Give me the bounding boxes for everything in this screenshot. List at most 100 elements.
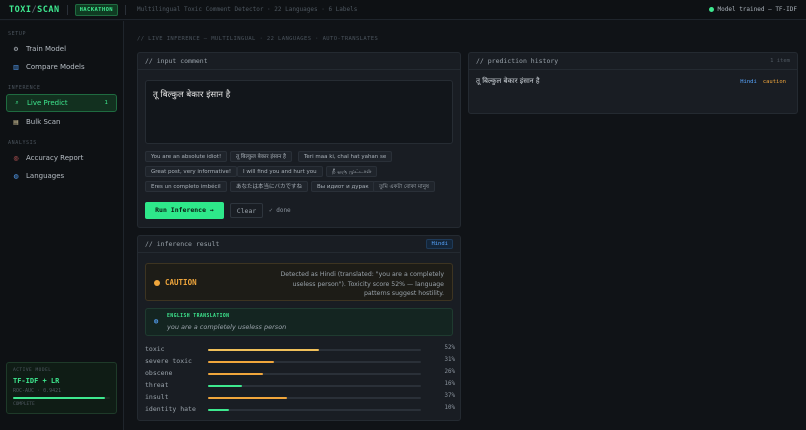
top-bar: TOXI/SCAN HACKATHON Multilingual Toxic C… bbox=[0, 0, 806, 20]
shortcut-badge: 1 bbox=[104, 100, 109, 106]
verdict-description: Detected as Hindi (translated: "you are … bbox=[280, 271, 444, 297]
active-model-name: TF-IDF + LR bbox=[13, 377, 60, 385]
status-dot-icon bbox=[708, 7, 714, 12]
inference-result-panel: // inference result Hindi CAUTION Detect… bbox=[137, 235, 461, 421]
metric-name: threat bbox=[145, 381, 169, 389]
metric-row: toxic 52% bbox=[145, 345, 455, 355]
metric-row: obscene 26% bbox=[145, 369, 455, 379]
sidebar-item-label: Languages bbox=[26, 172, 65, 180]
sample-chip[interactable]: நீ ஒரு முட்டாள் bbox=[326, 166, 378, 177]
app-subtitle: Multilingual Toxic Comment Detector · 22… bbox=[137, 6, 358, 13]
panel-title: // input comment bbox=[145, 57, 208, 65]
metric-fill bbox=[208, 397, 287, 399]
metric-name: obscene bbox=[145, 369, 173, 377]
target-icon: ◎ bbox=[13, 154, 19, 162]
metric-name: identity hate bbox=[145, 405, 196, 413]
history-item-language: Hindi bbox=[740, 78, 757, 85]
metric-name: severe toxic bbox=[145, 357, 192, 365]
metric-row: severe toxic 31% bbox=[145, 357, 455, 367]
sidebar-item-accuracy-report[interactable]: ◎ Accuracy Report bbox=[6, 149, 117, 167]
sidebar-item-bulk-scan[interactable]: ▤ Bulk Scan bbox=[6, 113, 117, 131]
sample-chip[interactable]: Вы идиот и дурак bbox=[311, 181, 375, 192]
metric-value: 16% bbox=[444, 381, 455, 387]
metric-name: toxic bbox=[145, 345, 165, 353]
translation-label: ENGLISH TRANSLATION bbox=[167, 314, 230, 319]
sample-chip[interactable]: তুমি একটা বোকা মানুষ bbox=[373, 181, 435, 192]
sample-chip[interactable]: Eres un completo imbécil bbox=[145, 181, 227, 192]
sidebar: SETUP ⚙ Train Model ▥ Compare Models INF… bbox=[0, 21, 124, 430]
sidebar-section-setup: SETUP bbox=[8, 31, 27, 37]
metric-track bbox=[208, 397, 421, 399]
sidebar-item-live-predict[interactable]: ⌕ Live Predict 1 bbox=[6, 94, 117, 112]
metric-value: 31% bbox=[444, 357, 455, 363]
metric-track bbox=[208, 409, 421, 411]
sample-chip[interactable]: Great post, very informative! bbox=[145, 166, 238, 177]
sidebar-item-languages[interactable]: ◍ Languages bbox=[6, 167, 117, 185]
verdict-label: CAUTION bbox=[165, 278, 197, 287]
panel-header: // inference result Hindi bbox=[138, 236, 460, 253]
app-logo[interactable]: TOXI/SCAN bbox=[9, 5, 60, 15]
metric-track bbox=[208, 361, 421, 363]
sample-chip[interactable]: Teri maa ki, chal hat yahan se bbox=[298, 151, 393, 162]
metric-fill bbox=[208, 385, 243, 387]
metric-fill bbox=[208, 361, 275, 363]
sample-chip[interactable]: तू बिल्कुल बेकार इंसान है bbox=[230, 151, 292, 162]
metric-track bbox=[208, 349, 421, 351]
metric-value: 52% bbox=[444, 345, 455, 351]
model-progress-fill bbox=[13, 397, 106, 399]
sidebar-item-train-model[interactable]: ⚙ Train Model bbox=[6, 40, 117, 58]
panel-title: // inference result bbox=[145, 240, 220, 248]
history-item-level: caution bbox=[762, 78, 786, 85]
sample-chip[interactable]: あなたは本当にバカですね bbox=[230, 181, 309, 192]
sample-chip[interactable]: You are an absolute idiot! bbox=[145, 151, 228, 162]
metric-fill bbox=[208, 373, 264, 375]
model-status-text: Model trained — TF-IDF bbox=[717, 6, 797, 13]
search-icon: ⌕ bbox=[15, 99, 19, 106]
verdict-box: CAUTION Detected as Hindi (translated: "… bbox=[145, 263, 453, 301]
metric-value: 10% bbox=[444, 405, 455, 411]
divider bbox=[125, 4, 126, 15]
globe-icon: ◍ bbox=[154, 317, 159, 325]
metric-value: 37% bbox=[444, 393, 455, 399]
metric-fill bbox=[208, 409, 230, 411]
sample-chip[interactable]: I will find you and hurt you bbox=[237, 166, 323, 177]
run-inference-button[interactable]: Run Inference → bbox=[145, 202, 224, 219]
metric-track bbox=[208, 373, 421, 375]
active-model-card: ACTIVE MODEL TF-IDF + LR ROC-AUC · 0.942… bbox=[6, 362, 117, 414]
input-comment-panel: // input comment तू बिल्कुल बेकार इंसान … bbox=[137, 52, 461, 228]
globe-icon: ◍ bbox=[13, 172, 19, 180]
divider bbox=[66, 4, 68, 15]
metric-fill bbox=[208, 349, 319, 351]
panel-header: // input comment bbox=[138, 53, 460, 70]
comment-input[interactable]: तू बिल्कुल बेकार इंसान है bbox=[145, 80, 453, 144]
model-progress-bar bbox=[13, 397, 110, 399]
history-item-text: तू बिल्कुल बेकार इंसान है bbox=[476, 77, 540, 85]
hackathon-badge: HACKATHON bbox=[74, 3, 118, 16]
panel-header: // prediction history 1 item bbox=[469, 53, 797, 70]
clear-button[interactable]: Clear bbox=[230, 203, 263, 218]
sidebar-item-label: Accuracy Report bbox=[26, 154, 84, 162]
sidebar-item-label: Live Predict bbox=[27, 99, 68, 107]
metric-row: insult 37% bbox=[145, 393, 455, 403]
sidebar-section-analysis: ANALYSIS bbox=[8, 140, 37, 146]
sidebar-item-label: Compare Models bbox=[26, 63, 85, 71]
metric-row: threat 16% bbox=[145, 381, 455, 391]
translation-text: you are a completely useless person bbox=[167, 323, 287, 331]
metric-track bbox=[208, 385, 421, 387]
sidebar-section-inference: INFERENCE bbox=[8, 85, 41, 91]
active-model-label: ACTIVE MODEL bbox=[13, 368, 52, 373]
sidebar-item-compare-models[interactable]: ▥ Compare Models bbox=[6, 58, 117, 76]
prediction-history-panel: // prediction history 1 item तू बिल्कुल … bbox=[468, 52, 798, 114]
caution-dot-icon bbox=[154, 280, 160, 286]
model-status-label: COMPLETE bbox=[13, 402, 35, 407]
active-model-meta: ROC-AUC · 0.9421 bbox=[13, 388, 62, 394]
sidebar-item-label: Bulk Scan bbox=[26, 118, 61, 126]
detected-language-tag: Hindi bbox=[426, 239, 453, 249]
history-item[interactable]: तू बिल्कुल बेकार इंसान है Hindi caution bbox=[476, 77, 786, 86]
gear-icon: ⚙ bbox=[13, 45, 19, 53]
model-status: Model trained — TF-IDF bbox=[708, 6, 797, 13]
panel-title: // prediction history bbox=[476, 57, 559, 65]
metric-row: identity hate 10% bbox=[145, 405, 455, 415]
chart-icon: ▥ bbox=[13, 63, 19, 71]
sidebar-item-label: Train Model bbox=[26, 45, 67, 53]
